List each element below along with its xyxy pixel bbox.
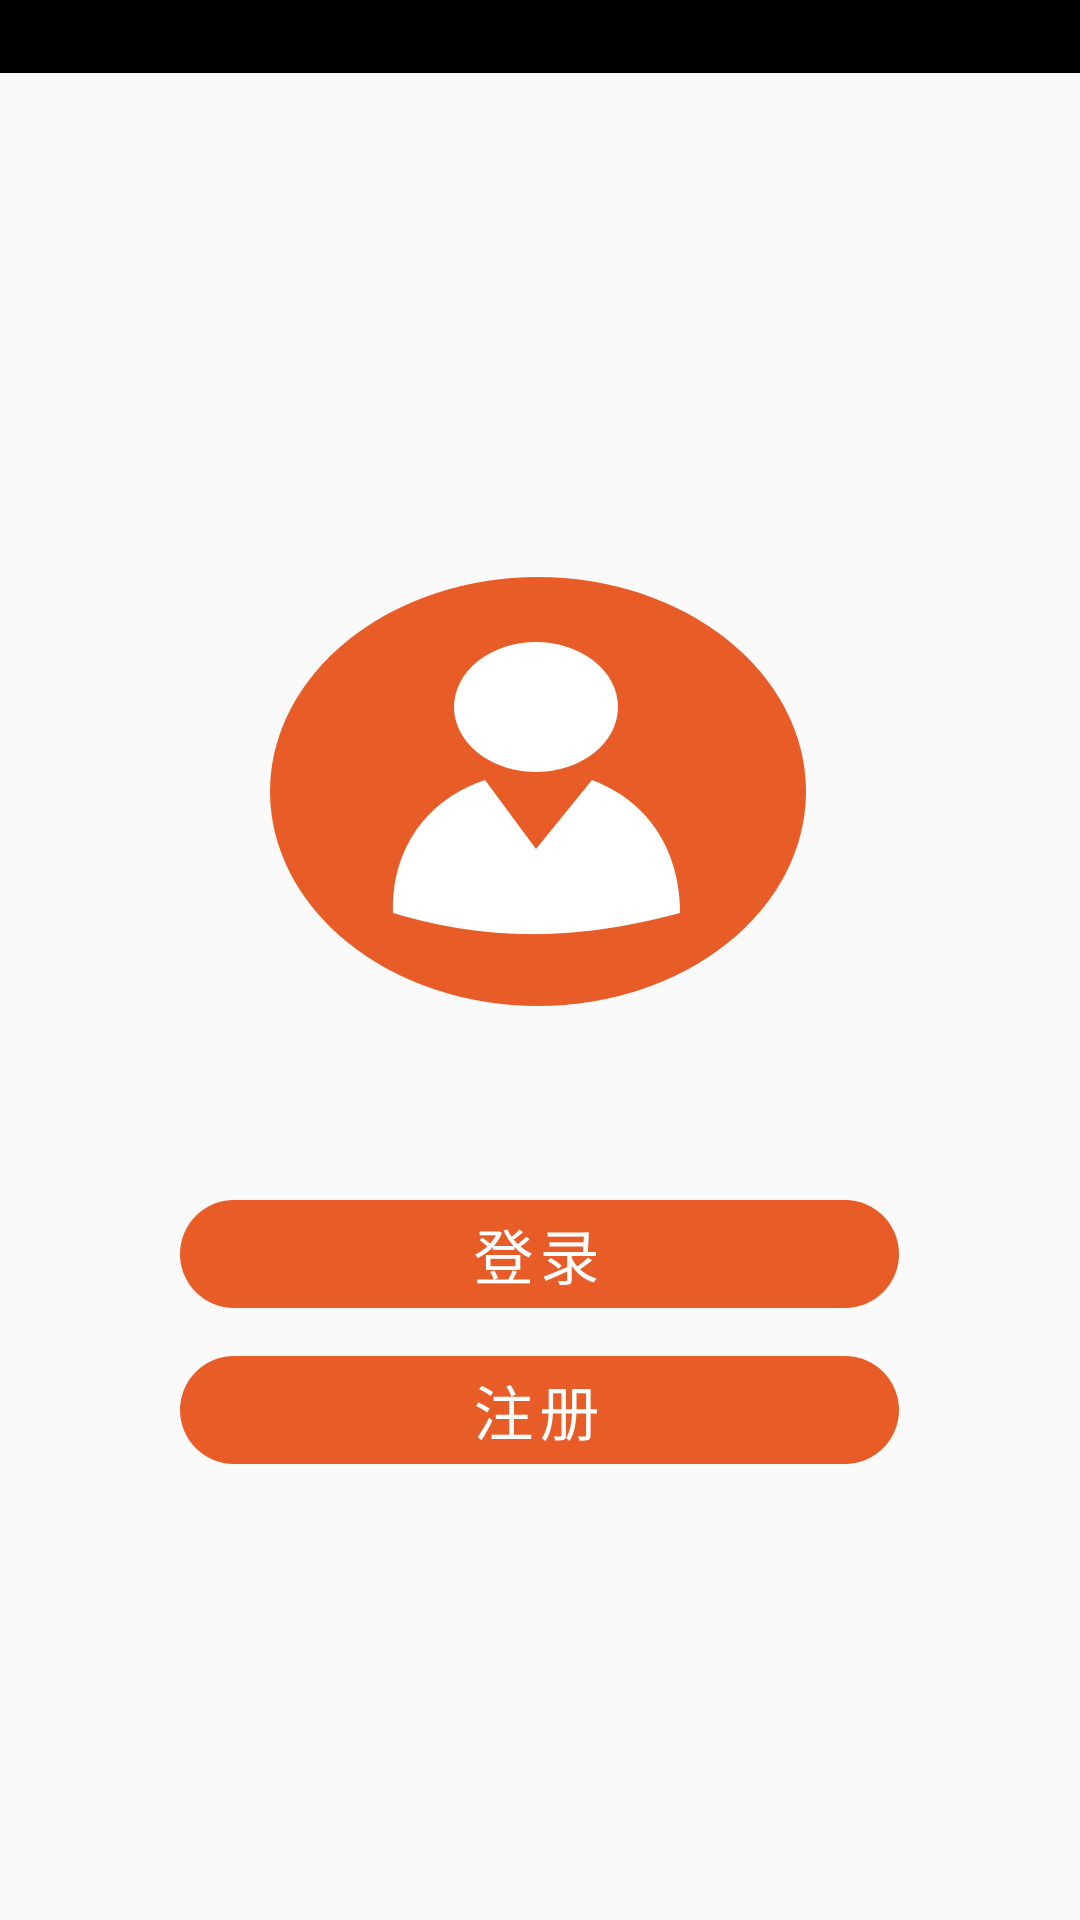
- login-button[interactable]: 登录: [180, 1200, 899, 1308]
- register-button[interactable]: 注册: [180, 1356, 899, 1464]
- welcome-screen: 登录 注册: [0, 0, 1080, 1920]
- register-button-label: 注册: [473, 1380, 606, 1451]
- status-bar: [0, 0, 1080, 73]
- login-button-label: 登录: [473, 1224, 606, 1295]
- user-avatar-icon: [270, 577, 806, 1006]
